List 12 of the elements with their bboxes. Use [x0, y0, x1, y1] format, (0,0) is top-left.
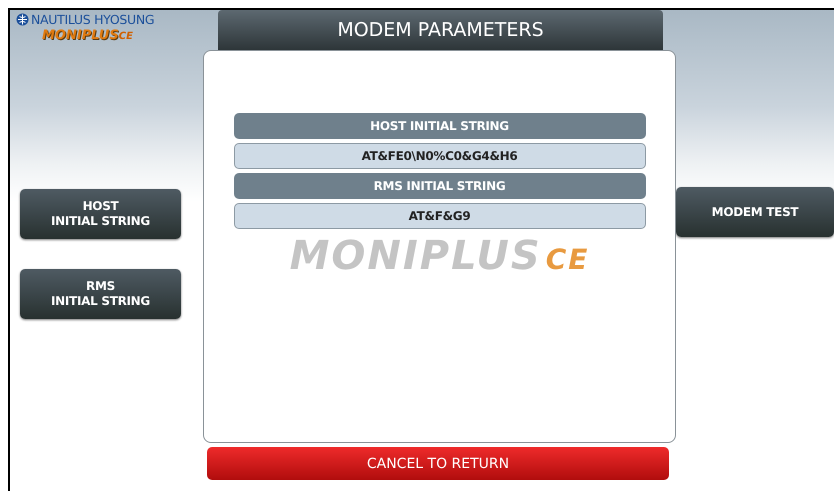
side-button[interactable]: HOST INITIAL STRING — [20, 189, 181, 239]
side-button[interactable]: MODEM TEST — [676, 187, 834, 237]
watermark-logo: MONIPLUS CE — [290, 233, 590, 279]
field-value: AT&F&G9 — [234, 203, 646, 229]
product-logo: MONIPLUSCE — [42, 28, 134, 43]
screen-title: MODEM PARAMETERS — [218, 10, 663, 50]
field-value: AT&FE0\N0%C0&G4&H6 — [234, 143, 646, 169]
side-button[interactable]: RMS INITIAL STRING — [20, 269, 181, 319]
field-header: RMS INITIAL STRING — [234, 173, 646, 199]
field-header: HOST INITIAL STRING — [234, 113, 646, 139]
cancel-button[interactable]: CANCEL TO RETURN — [207, 447, 669, 480]
company-name: NAUTILUS HYOSUNG — [31, 12, 154, 27]
